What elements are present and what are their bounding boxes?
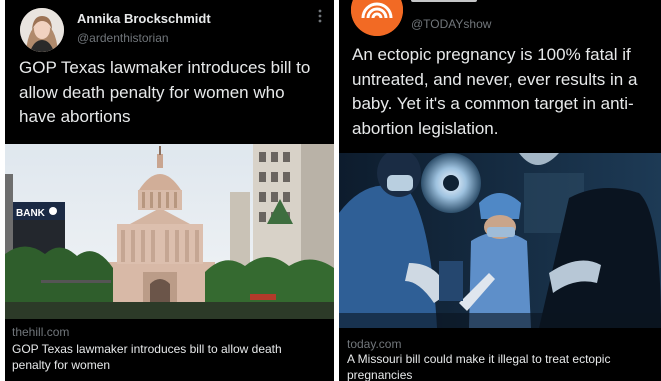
card-title: GOP Texas lawmaker introduces bill to al…	[12, 342, 282, 372]
today-logo-icon[interactable]	[351, 0, 403, 36]
right-tweet[interactable]: @TODAYshow An ectopic pregnancy is 100% …	[339, 0, 661, 381]
card-image[interactable]	[339, 153, 661, 328]
bank-sign: BANK	[16, 208, 46, 219]
author-handle[interactable]: @ardenthistorian	[77, 31, 169, 45]
avatar[interactable]	[20, 8, 64, 52]
author-handle[interactable]: @TODAYshow	[411, 17, 491, 31]
tweet-text: GOP Texas lawmaker introduces bill to al…	[19, 58, 311, 126]
author-name[interactable]: Annika Brockschmidt	[77, 11, 211, 26]
link-card[interactable]: today.com A Missouri bill could make it …	[339, 153, 661, 381]
author-name-cropped[interactable]	[411, 0, 481, 9]
surgery-image	[339, 153, 661, 328]
card-domain: thehill.com	[12, 325, 70, 339]
link-card[interactable]: BANK thehill.com GOP Texas lawmaker intr…	[5, 144, 334, 381]
texas-capitol-image: BANK	[5, 144, 334, 319]
avatar-photo	[20, 8, 64, 52]
card-domain: today.com	[347, 337, 402, 351]
left-tweet[interactable]: Annika Brockschmidt @ardenthistorian GOP…	[5, 0, 334, 381]
card-title: A Missouri bill could make it illegal to…	[347, 352, 611, 381]
card-image[interactable]: BANK	[5, 144, 334, 319]
more-dots-icon[interactable]	[316, 9, 324, 25]
tweet-text: An ectopic pregnancy is 100% fatal if un…	[352, 45, 638, 138]
